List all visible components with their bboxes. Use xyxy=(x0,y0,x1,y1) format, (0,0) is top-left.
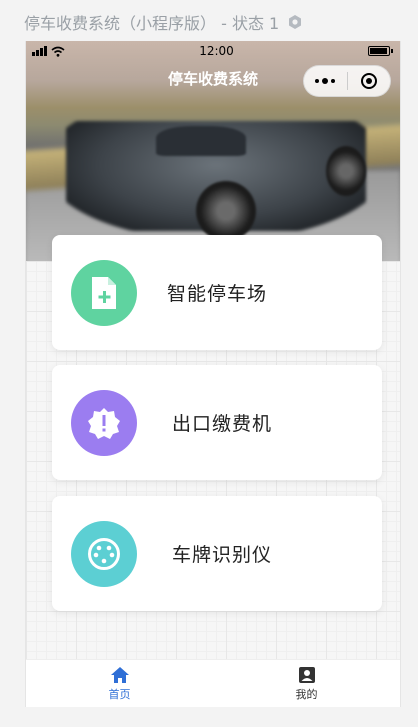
miniprogram-capsule xyxy=(303,65,391,97)
tab-label: 我的 xyxy=(295,687,318,701)
card-label: 车牌识别仪 xyxy=(172,544,273,566)
more-dots-icon xyxy=(315,78,336,84)
card-plate-recognition[interactable]: 车牌识别仪 xyxy=(52,496,382,611)
card-label: 智能停车场 xyxy=(167,283,268,305)
home-icon xyxy=(110,666,129,683)
file-plus-icon xyxy=(71,259,137,326)
close-miniprogram-button[interactable] xyxy=(348,66,391,96)
socket-icon xyxy=(71,520,137,587)
signal-icon xyxy=(32,46,47,56)
target-icon xyxy=(360,73,377,89)
gear-icon[interactable] xyxy=(287,14,303,30)
tab-mine[interactable]: 我的 xyxy=(213,660,400,707)
more-menu-button[interactable] xyxy=(304,66,347,96)
card-label: 出口缴费机 xyxy=(172,413,273,435)
tab-home[interactable]: 首页 xyxy=(26,660,213,707)
status-time: 12:00 xyxy=(199,44,234,58)
battery-icon xyxy=(368,46,393,56)
status-bar: 12:00 xyxy=(26,41,400,61)
phone-screen: 12:00 停车收费系统 智能停车场 出口缴费机 车牌识别仪 首页 我的 xyxy=(25,41,401,707)
alert-badge-icon xyxy=(71,389,137,456)
user-card-icon xyxy=(298,666,315,683)
window-title: 停车收费系统（小程序版） - 状态 1 xyxy=(24,10,303,34)
card-smart-parking[interactable]: 智能停车场 xyxy=(52,235,382,350)
tab-bar: 首页 我的 xyxy=(26,659,400,707)
window-title-text: 停车收费系统（小程序版） - 状态 1 xyxy=(24,14,280,33)
wifi-icon xyxy=(51,46,65,57)
tab-label: 首页 xyxy=(108,687,131,701)
card-exit-payment[interactable]: 出口缴费机 xyxy=(52,365,382,480)
